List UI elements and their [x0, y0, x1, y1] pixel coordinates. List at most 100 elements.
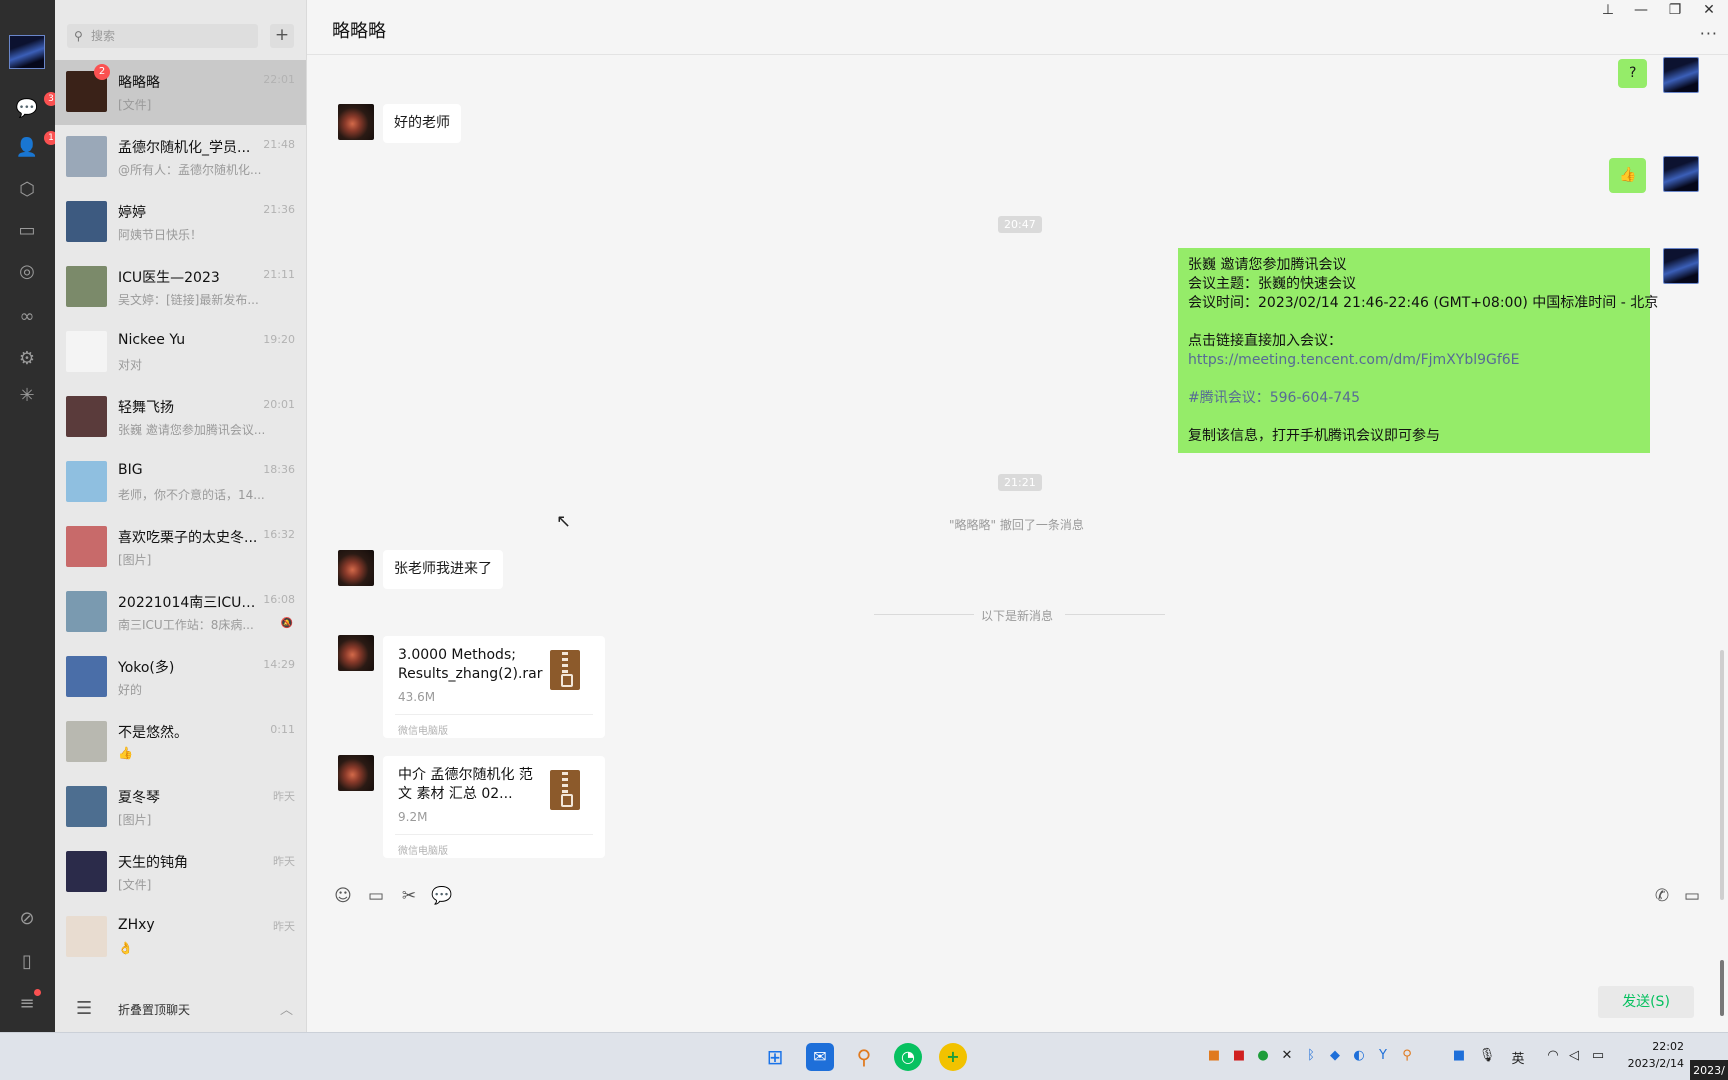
minimize-button[interactable]: — — [1629, 2, 1653, 18]
meeting-line: 会议主题：张巍的快速会议 — [1188, 276, 1356, 292]
more-options-button[interactable]: ··· — [1700, 24, 1718, 43]
clock-date: 2023/2/14 — [1627, 1057, 1684, 1070]
tray-app-icon[interactable]: Y — [1374, 1048, 1392, 1063]
tray-app-icon[interactable]: ◆ — [1326, 1048, 1344, 1063]
contact-avatar-msg[interactable] — [338, 550, 374, 586]
chat-name: ICU医生—2023 — [118, 270, 220, 286]
microphone-icon[interactable]: 🎙 — [1478, 1048, 1496, 1063]
link-icon[interactable]: ⊘ — [14, 906, 40, 932]
file-message[interactable]: 3.0000 Methods; Results_zhang(2).rar 43.… — [383, 636, 605, 738]
recall-notice: "略略略" 撤回了一条消息 — [949, 518, 1084, 532]
moments-icon[interactable]: ◎ — [14, 259, 40, 285]
meeting-link[interactable]: https://meeting.tencent.com/dm/FjmXYbl9G… — [1188, 351, 1640, 370]
restore-button[interactable]: ❐ — [1663, 2, 1687, 18]
chat-list-item[interactable]: 喜欢吃栗子的太史冬... 16:32 [图片] — [55, 515, 306, 580]
chat-list-item[interactable]: 略略略 22:01 [文件] 2 — [55, 60, 306, 125]
chat-icon[interactable]: 💬 3 — [14, 92, 58, 122]
tray-app-icon[interactable]: ✕ — [1278, 1048, 1296, 1063]
chat-time: 16:32 — [263, 528, 295, 541]
contact-avatar-msg[interactable] — [338, 635, 374, 671]
chat-time: 20:01 — [263, 398, 295, 411]
tray-app-icon[interactable]: ■ — [1450, 1048, 1468, 1063]
chat-list-item[interactable]: 夏冬琴 昨天 [图片] — [55, 775, 306, 840]
start-icon[interactable]: ⊞ — [761, 1043, 789, 1071]
search-feature-icon[interactable]: ✳ — [14, 383, 40, 409]
send-button[interactable]: 发送(S) — [1598, 986, 1694, 1018]
message-bubble-contact[interactable]: 张老师我进来了 — [383, 550, 503, 589]
wechat-icon[interactable]: ◔ — [894, 1043, 922, 1071]
tray-app-icon[interactable]: ● — [1254, 1048, 1272, 1063]
search-placeholder: 搜索 — [91, 29, 116, 43]
close-button[interactable]: ✕ — [1697, 2, 1721, 18]
app-plus-icon[interactable]: + — [939, 1043, 967, 1071]
cube-icon[interactable]: ⬡ — [14, 177, 40, 203]
chat-list-item[interactable]: Yoko(多) 14:29 好的 — [55, 645, 306, 710]
avatar — [66, 721, 107, 762]
scrollbar-thumb[interactable] — [1720, 960, 1724, 1016]
emoji-icon[interactable]: ☺ — [331, 886, 355, 906]
search-app-icon[interactable]: ⚲ — [850, 1043, 878, 1071]
wifi-icon[interactable]: ◠ — [1544, 1048, 1562, 1063]
chat-list-item[interactable]: 天生的钝角 昨天 [文件] — [55, 840, 306, 905]
bluetooth-icon[interactable]: ᛒ — [1302, 1048, 1320, 1063]
my-avatar-msg[interactable] — [1663, 156, 1699, 192]
channels-icon[interactable]: ∞ — [14, 304, 40, 330]
menu-icon[interactable]: ≡ — [14, 989, 41, 1017]
avatar — [66, 396, 107, 437]
my-avatar-msg[interactable] — [1663, 57, 1699, 93]
my-avatar-msg[interactable] — [1663, 248, 1699, 284]
chat-list-item[interactable]: 孟德尔随机化_学员... 21:48 @所有人：孟德尔随机化... — [55, 125, 306, 190]
zip-file-icon — [550, 770, 580, 810]
file-message[interactable]: 中介 孟德尔随机化 范文 素材 汇总 02... 9.2M 微信电脑版 — [383, 756, 605, 858]
contact-avatar-msg[interactable] — [338, 755, 374, 791]
search-icon: ⚲ — [74, 29, 83, 43]
video-call-icon[interactable]: ▭ — [1680, 886, 1704, 906]
mail-icon[interactable]: ✉ — [806, 1043, 834, 1071]
my-avatar[interactable] — [9, 35, 45, 69]
chat-preview: 👌 — [118, 941, 133, 955]
message-bubble-contact[interactable]: 好的老师 — [383, 104, 461, 143]
meeting-invite-bubble[interactable]: 张巍 邀请您参加腾讯会议 会议主题：张巍的快速会议 会议时间：2023/02/1… — [1178, 248, 1658, 453]
taskbar-clock[interactable]: 22:02 2023/2/14 — [1614, 1038, 1684, 1072]
chat-list-item[interactable]: BIG 18:36 老师，你不介意的话，14... — [55, 450, 306, 515]
ime-indicator[interactable]: 英 — [1509, 1048, 1527, 1067]
chat-list-item[interactable]: 婷婷 21:36 阿姨节日快乐！ — [55, 190, 306, 255]
contact-avatar-msg[interactable] — [338, 104, 374, 140]
tray-app-icon[interactable]: ⚲ — [1398, 1048, 1416, 1063]
meeting-id[interactable]: #腾讯会议：596-604-745 — [1188, 389, 1640, 408]
chat-window: 略略略 ⊥ — ❐ ✕ ··· ? 好的老师 👍 20:47 张巍 邀请您参加腾… — [307, 0, 1728, 1032]
add-button[interactable]: + — [270, 24, 294, 48]
scissors-icon[interactable]: ✂ — [397, 886, 421, 906]
chat-name: BIG — [118, 462, 143, 478]
voice-call-icon[interactable]: ✆ — [1650, 886, 1674, 906]
fold-pinned-chats[interactable]: ☰ 折叠置顶聊天 ︿ — [55, 988, 306, 1030]
pin-icon[interactable]: ⊥ — [1596, 2, 1620, 18]
chat-list-item[interactable]: Nickee Yu 19:20 对对 — [55, 320, 306, 385]
chat-history-icon[interactable]: 💬 — [430, 886, 454, 906]
chat-list-item[interactable]: 轻舞飞扬 20:01 张巍 邀请您参加腾讯会议... — [55, 385, 306, 450]
chat-name: 不是悠然。 — [118, 725, 188, 741]
folder-icon[interactable]: ▭ — [14, 218, 40, 244]
folder-send-icon[interactable]: ▭ — [364, 886, 388, 906]
message-bubble-mine[interactable]: 👍 — [1609, 158, 1647, 193]
avatar — [66, 201, 107, 242]
phone-icon[interactable]: ▯ — [14, 949, 40, 975]
mini-program-icon[interactable]: ⚙ — [14, 346, 40, 372]
chat-list-item[interactable]: ZHxy 昨天 👌 — [55, 905, 306, 970]
chat-list-item[interactable]: 不是悠然。 0:11 👍 — [55, 710, 306, 775]
chat-list-item[interactable]: 20221014南三ICU医... 16:08 南三ICU工作站：8床病... 🔕 — [55, 580, 306, 645]
tray-app-icon[interactable]: ◐ — [1350, 1048, 1368, 1063]
message-bubble-mine[interactable]: ? — [1618, 59, 1648, 88]
contacts-icon[interactable]: 👤 1 — [14, 131, 58, 161]
chat-name: 轻舞飞扬 — [118, 400, 174, 416]
header-divider — [307, 54, 1728, 55]
battery-icon[interactable]: ▭ — [1589, 1048, 1607, 1063]
volume-icon[interactable]: ◁ — [1565, 1048, 1583, 1063]
chat-list-item[interactable]: ICU医生—2023 21:11 吴文婷：[链接]最新发布... — [55, 255, 306, 320]
tray-app-icon[interactable]: ■ — [1230, 1048, 1248, 1063]
tray-app-icon[interactable]: ■ — [1205, 1048, 1223, 1063]
scrollbar-track[interactable] — [1720, 650, 1724, 900]
list-icon: ☰ — [76, 998, 93, 1019]
search-input[interactable]: ⚲ 搜索 — [67, 24, 258, 48]
